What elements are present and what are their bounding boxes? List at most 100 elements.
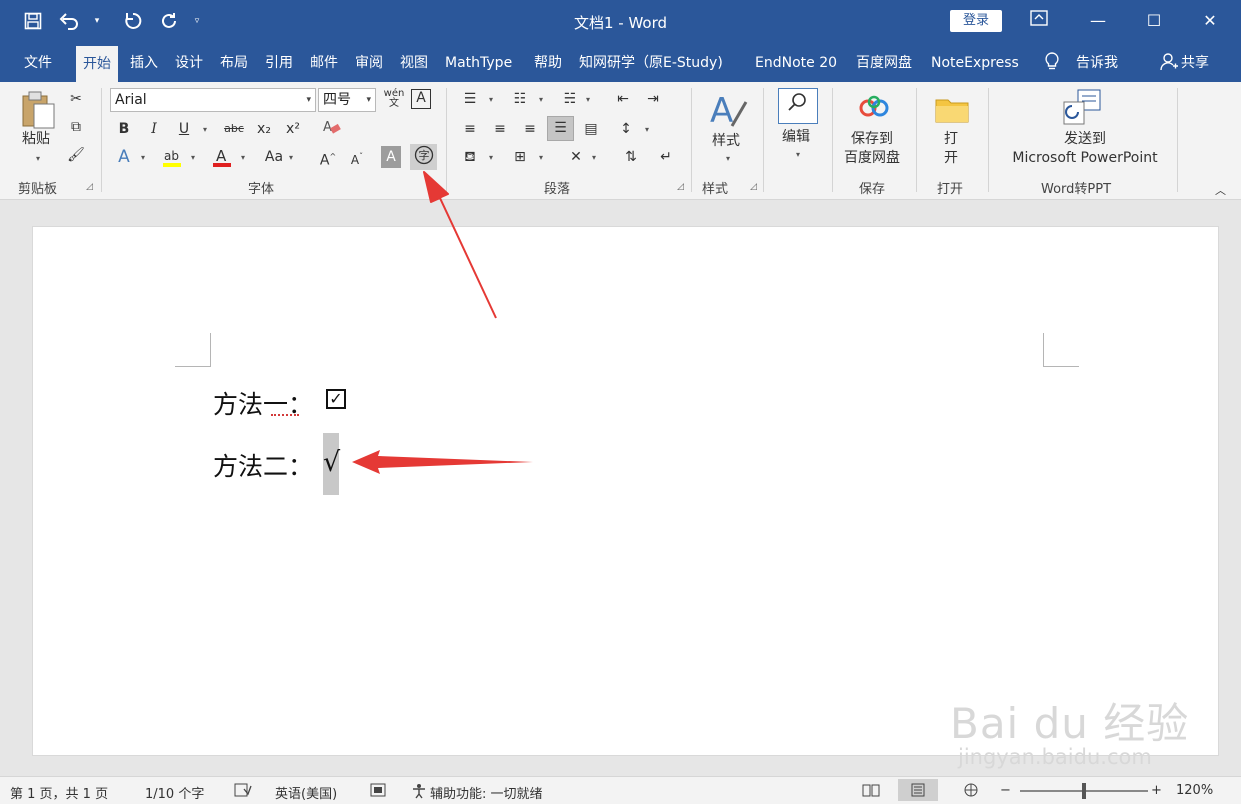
- page-count[interactable]: 第 1 页，共 1 页: [10, 783, 108, 802]
- strikethrough-button[interactable]: abc: [220, 118, 248, 140]
- line-spacing-dropdown-icon[interactable]: ▾: [645, 125, 649, 134]
- collapse-ribbon-icon[interactable]: ︿: [1215, 182, 1226, 198]
- tab-cnki-estudy[interactable]: 知网研学（原E-Study): [579, 52, 723, 82]
- format-painter-icon[interactable]: 🖌: [64, 144, 88, 166]
- highlight-dropdown-icon[interactable]: ▾: [191, 153, 195, 162]
- increase-indent-icon[interactable]: ⇥: [641, 88, 665, 110]
- read-mode-icon[interactable]: [862, 783, 880, 801]
- character-border-icon[interactable]: A: [411, 89, 431, 109]
- styles-dropdown-icon[interactable]: ▾: [726, 154, 730, 163]
- change-case-dropdown-icon[interactable]: ▾: [289, 153, 293, 162]
- sort-icon[interactable]: ⇅: [619, 146, 643, 168]
- multilevel-list-icon[interactable]: ☵: [558, 88, 582, 110]
- zoom-level[interactable]: 120%: [1176, 783, 1213, 798]
- tell-me-search[interactable]: 告诉我: [1076, 52, 1118, 82]
- share-person-icon[interactable]: [1160, 52, 1178, 82]
- line-spacing-icon[interactable]: ↕: [614, 118, 638, 140]
- macro-record-icon[interactable]: [370, 783, 386, 801]
- save-to-baidu-label[interactable]: 保存到 百度网盘: [844, 130, 900, 168]
- distributed-icon[interactable]: ▤: [579, 118, 603, 140]
- tab-design[interactable]: 设计: [175, 52, 203, 82]
- baidu-netdisk-icon[interactable]: [858, 94, 890, 124]
- styles-label[interactable]: 样式: [712, 132, 740, 151]
- tab-baidu-netdisk[interactable]: 百度网盘: [856, 52, 912, 82]
- tab-file[interactable]: 文件: [24, 52, 52, 82]
- tab-noteexpress[interactable]: NoteExpress: [931, 52, 1019, 82]
- zoom-out-button[interactable]: −: [1000, 783, 1011, 798]
- decrease-indent-icon[interactable]: ⇤: [611, 88, 635, 110]
- tab-insert[interactable]: 插入: [130, 52, 158, 82]
- paragraph-launcher-icon[interactable]: ◿: [677, 182, 684, 192]
- underline-button[interactable]: U: [172, 118, 196, 140]
- print-layout-icon[interactable]: [898, 779, 938, 801]
- styles-icon[interactable]: A: [708, 88, 748, 134]
- shading-dropdown-icon[interactable]: ▾: [489, 153, 493, 162]
- character-shading-button[interactable]: A: [381, 146, 401, 168]
- align-center-icon[interactable]: ≡: [488, 118, 512, 140]
- paste-icon[interactable]: [20, 90, 56, 134]
- tab-layout[interactable]: 布局: [220, 52, 248, 82]
- send-to-ppt-label[interactable]: 发送到 Microsoft PowerPoint: [1005, 130, 1165, 168]
- tab-mailings[interactable]: 邮件: [310, 52, 338, 82]
- styles-launcher-icon[interactable]: ◿: [750, 182, 757, 192]
- zoom-in-button[interactable]: +: [1151, 783, 1162, 798]
- tab-view[interactable]: 视图: [400, 52, 428, 82]
- cut-icon[interactable]: ✂: [64, 88, 88, 110]
- folder-icon[interactable]: [934, 94, 970, 128]
- web-layout-icon[interactable]: [962, 783, 980, 801]
- underline-dropdown-icon[interactable]: ▾: [203, 125, 207, 134]
- highlight-color-icon[interactable]: ab: [160, 146, 184, 168]
- paste-label[interactable]: 粘贴: [22, 130, 50, 149]
- search-icon[interactable]: [778, 88, 818, 124]
- tab-review[interactable]: 审阅: [355, 52, 383, 82]
- grow-font-button[interactable]: A^: [316, 146, 340, 169]
- word-count[interactable]: 1/10 个字: [145, 783, 204, 802]
- paste-dropdown-icon[interactable]: ▾: [36, 154, 40, 163]
- open-label[interactable]: 打 开: [944, 130, 958, 168]
- change-case-button[interactable]: Aa: [260, 146, 288, 168]
- lightbulb-icon[interactable]: [1044, 52, 1060, 82]
- accessibility-status[interactable]: 辅助功能: 一切就绪: [430, 783, 543, 802]
- shading-bucket-icon[interactable]: ⛾: [458, 146, 482, 168]
- tab-home[interactable]: 开始: [76, 44, 118, 82]
- accessibility-icon[interactable]: [410, 783, 428, 803]
- send-to-ppt-icon[interactable]: [1062, 88, 1102, 130]
- numbering-icon[interactable]: ☷: [508, 88, 532, 110]
- font-color-icon[interactable]: A: [210, 146, 234, 168]
- tab-endnote[interactable]: EndNote 20: [755, 52, 837, 82]
- clear-formatting-icon[interactable]: A: [320, 118, 344, 140]
- bullets-dropdown-icon[interactable]: ▾: [489, 95, 493, 104]
- copy-icon[interactable]: ⧉: [64, 116, 88, 138]
- show-marks-icon[interactable]: ↵: [654, 146, 678, 168]
- tab-help[interactable]: 帮助: [534, 52, 562, 82]
- font-name-combo[interactable]: Arial ▾: [110, 88, 316, 112]
- italic-button[interactable]: I: [142, 118, 166, 140]
- font-size-combo[interactable]: 四号 ▾: [318, 88, 376, 112]
- text-effects-dropdown-icon[interactable]: ▾: [141, 153, 145, 162]
- share-button[interactable]: 共享: [1181, 52, 1209, 82]
- tab-references[interactable]: 引用: [265, 52, 293, 82]
- phonetic-guide-icon[interactable]: wén 文: [382, 89, 406, 111]
- align-left-icon[interactable]: ≡: [458, 118, 482, 140]
- maximize-icon[interactable]: ☐: [1139, 8, 1169, 34]
- borders-icon[interactable]: ⊞: [508, 146, 532, 168]
- clipboard-launcher-icon[interactable]: ◿: [86, 182, 93, 192]
- ribbon-display-icon[interactable]: [1024, 8, 1054, 34]
- bullets-icon[interactable]: ☰: [458, 88, 482, 110]
- chinese-layout-dropdown-icon[interactable]: ▾: [592, 153, 596, 162]
- editing-dropdown-icon[interactable]: ▾: [796, 150, 800, 159]
- language-indicator[interactable]: 英语(美国): [275, 783, 337, 802]
- shrink-font-button[interactable]: Aˇ: [345, 146, 369, 168]
- enclose-characters-button[interactable]: 字: [410, 144, 437, 170]
- align-right-icon[interactable]: ≡: [518, 118, 542, 140]
- close-icon[interactable]: ✕: [1195, 8, 1225, 34]
- multilevel-dropdown-icon[interactable]: ▾: [586, 95, 590, 104]
- bold-button[interactable]: B: [112, 118, 136, 140]
- chinese-layout-icon[interactable]: ✕: [564, 146, 588, 168]
- justify-icon[interactable]: ☰: [547, 116, 574, 141]
- tab-mathtype[interactable]: MathType: [445, 52, 512, 82]
- editing-label[interactable]: 编辑: [782, 128, 810, 147]
- proofing-icon[interactable]: [234, 783, 252, 801]
- zoom-slider-thumb[interactable]: [1082, 783, 1086, 799]
- superscript-button[interactable]: x²: [281, 118, 305, 140]
